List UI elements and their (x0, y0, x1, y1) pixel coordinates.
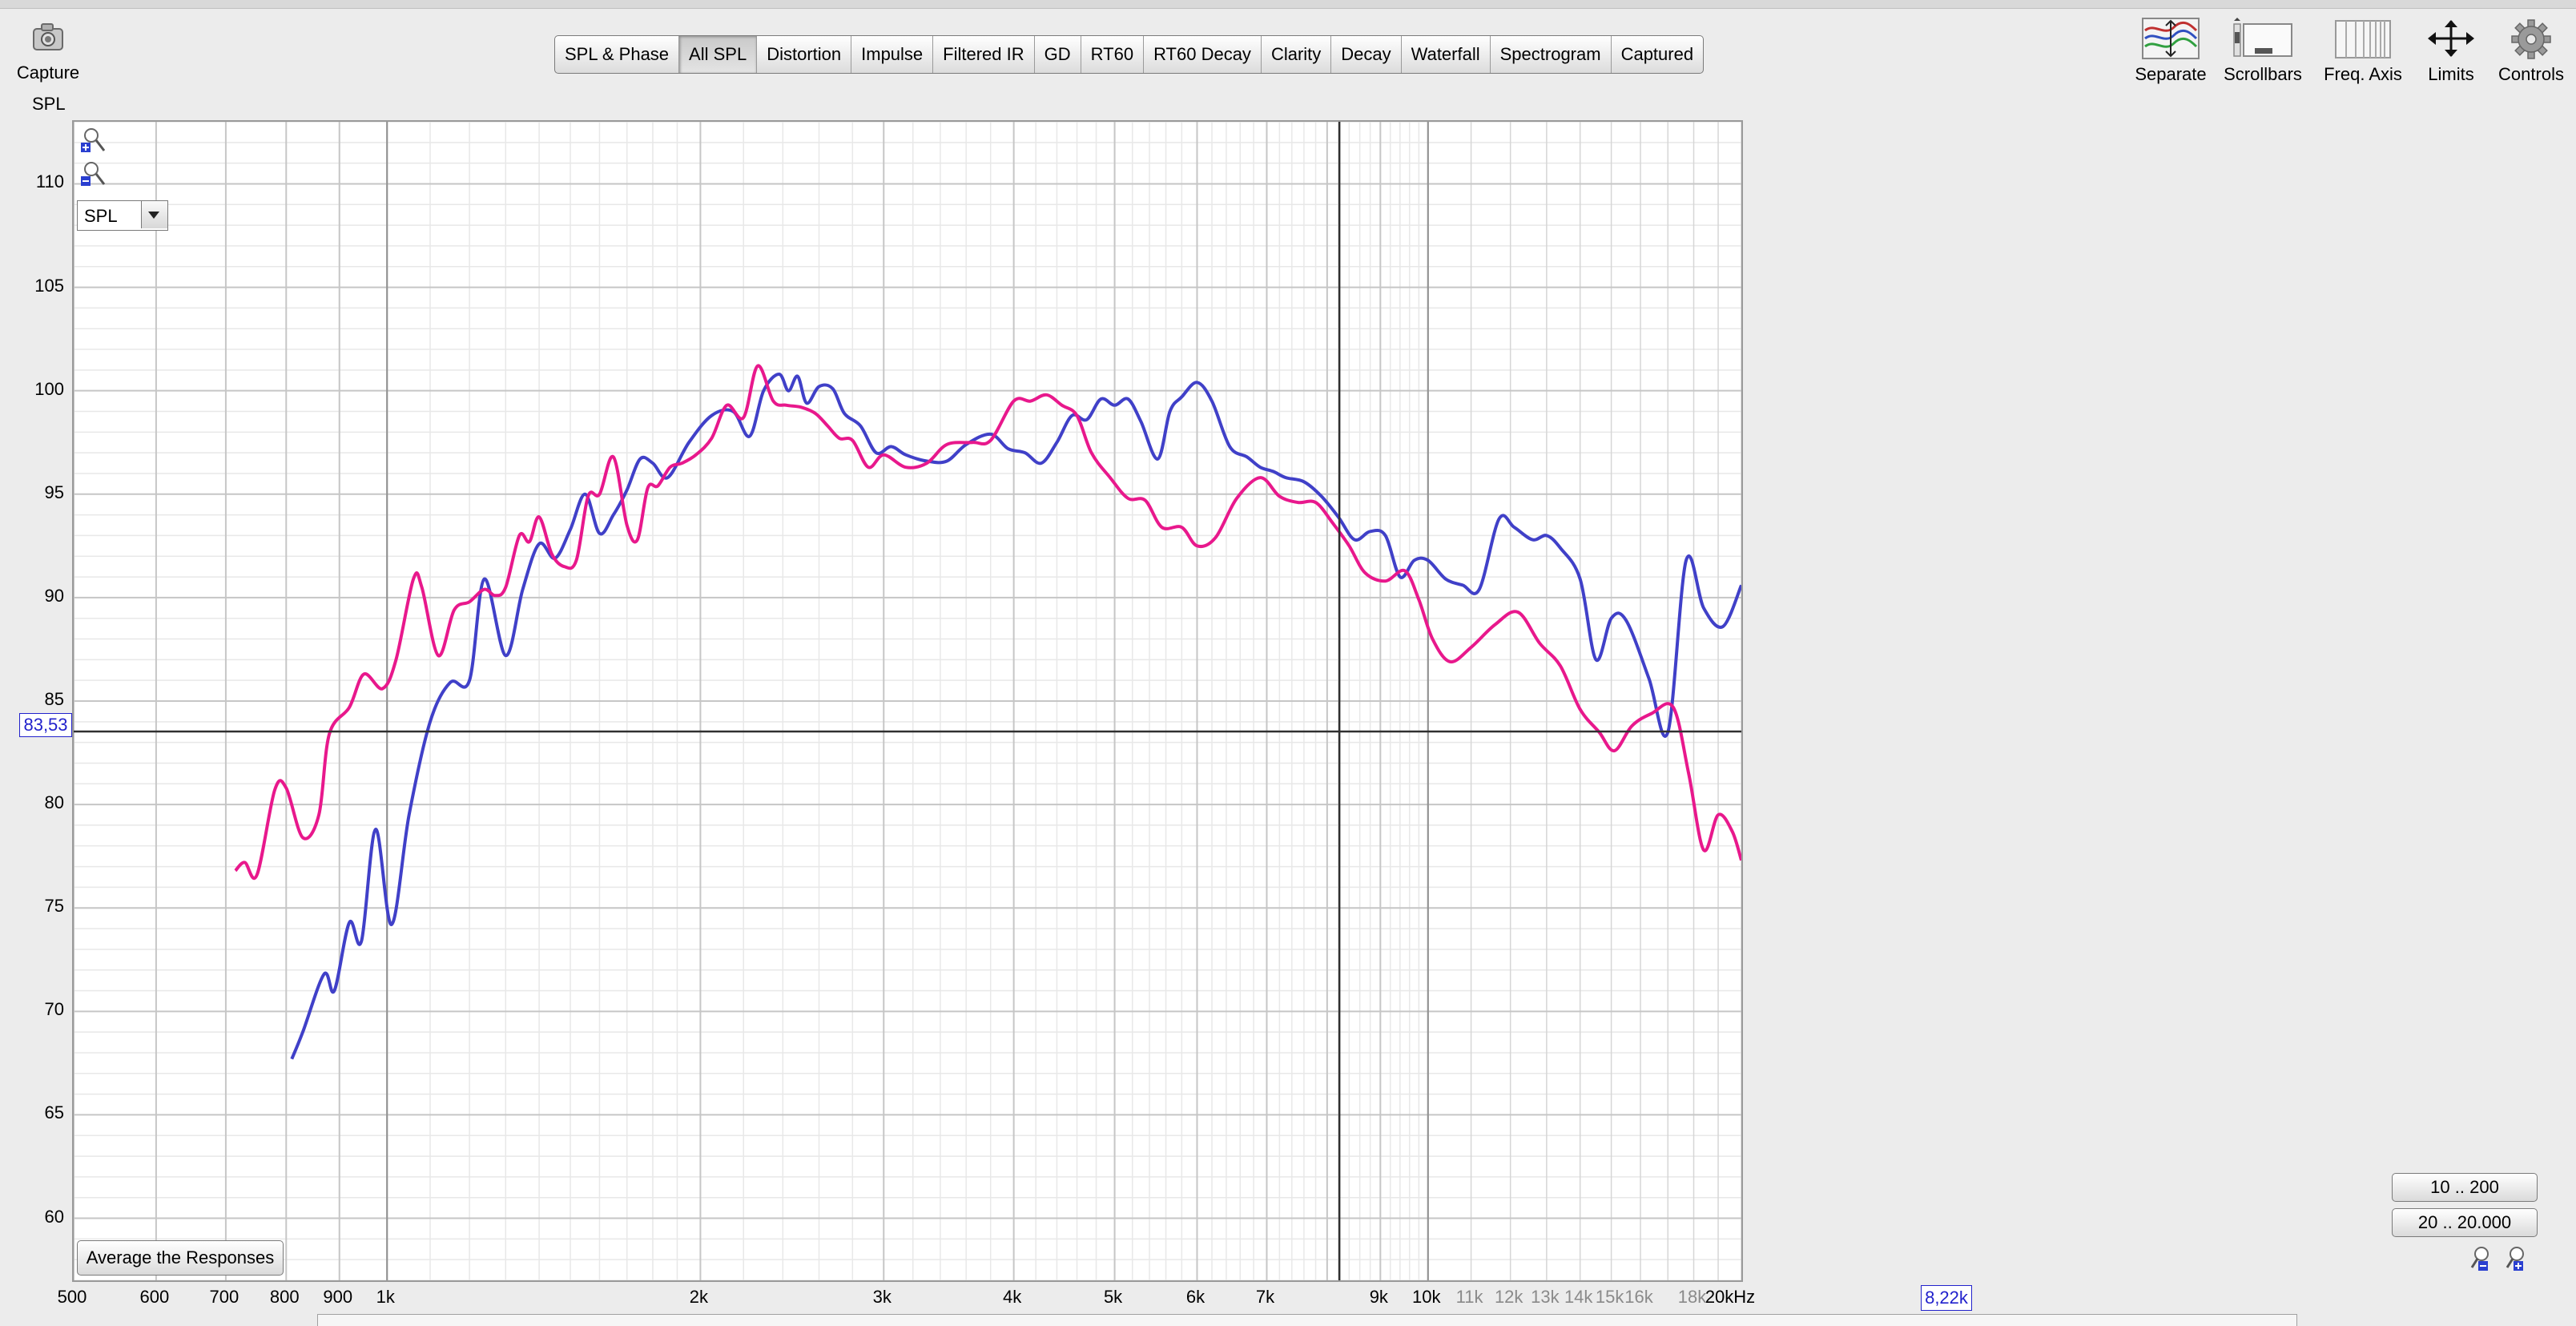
capture-label: Capture (16, 62, 80, 83)
x-tick-label: 18k (1677, 1287, 1707, 1307)
x-tick-label: 900 (323, 1287, 353, 1307)
tab-spectrogram[interactable]: Spectrogram (1491, 36, 1612, 73)
tab-filtered-ir[interactable]: Filtered IR (933, 36, 1035, 73)
gear-icon (2511, 19, 2551, 59)
separate-label: Separate (2135, 64, 2207, 84)
scrollbars-label: Scrollbars (2224, 64, 2302, 84)
y-tick-label: 75 (44, 896, 64, 917)
y-tick-label: 80 (44, 792, 64, 813)
x-tick-label: 7k (1255, 1287, 1275, 1307)
average-responses-button[interactable]: Average the Responses (77, 1240, 284, 1276)
scrollbars-icon (2233, 18, 2292, 57)
spl-graph[interactable] (72, 120, 1743, 1282)
tab-impulse[interactable]: Impulse (851, 36, 934, 73)
capture-button[interactable]: Capture (8, 14, 88, 87)
x-tick-label: 5k (1103, 1287, 1123, 1307)
x-tick-label: 4k (1003, 1287, 1022, 1307)
tab-captured[interactable]: Captured (1612, 36, 1704, 73)
tab-rt60-decay[interactable]: RT60 Decay (1144, 36, 1262, 73)
tab-rt60[interactable]: RT60 (1081, 36, 1145, 73)
dataset-select-value: SPL (84, 206, 118, 226)
dropdown-arrow-icon[interactable] (141, 201, 167, 228)
tab-gd[interactable]: GD (1035, 36, 1081, 73)
tab-decay[interactable]: Decay (1331, 36, 1402, 73)
x-tick-label: 11k (1455, 1287, 1483, 1307)
spl-trace-1 (290, 373, 1741, 1060)
range-20-20000-button[interactable]: 20 .. 20.000 (2392, 1208, 2538, 1237)
x-zoom-in-icon[interactable] (2502, 1245, 2530, 1272)
x-tick-label: 800 (269, 1287, 300, 1307)
camera-icon (33, 23, 63, 50)
x-tick-label: 12k (1494, 1287, 1523, 1307)
x-tick-label: 3k (872, 1287, 892, 1307)
y-axis-title: SPL (32, 94, 66, 114)
limits-label: Limits (2428, 64, 2474, 84)
graph-tabs: SPL & Phase All SPL Distortion Impulse Filte… (554, 35, 1705, 74)
y-tick-label: 60 (44, 1206, 64, 1227)
tab-clarity[interactable]: Clarity (1262, 36, 1332, 73)
y-tick-label: 105 (34, 275, 64, 296)
x-tick-label: 2k (689, 1287, 709, 1307)
range-10-200-button[interactable]: 10 .. 200 (2392, 1173, 2538, 1202)
window-title-strip (0, 0, 2576, 9)
zoom-in-icon[interactable] (80, 127, 107, 154)
dataset-select[interactable]: SPL (77, 200, 168, 231)
x-tick-label: 1k (376, 1287, 395, 1307)
y-tick-label: 65 (44, 1102, 64, 1123)
spl-trace-2 (234, 364, 1741, 880)
tab-waterfall[interactable]: Waterfall (1402, 36, 1491, 73)
separate-button[interactable]: Separate (2131, 14, 2211, 87)
y-tick-label: 70 (44, 999, 64, 1020)
limits-button[interactable]: Limits (2411, 14, 2491, 87)
horizontal-scrollbar[interactable] (317, 1314, 2297, 1326)
y-tick-label: 110 (35, 171, 64, 192)
x-tick-label: 20kHz (1705, 1287, 1756, 1307)
y-tick-label: 85 (44, 689, 64, 709)
x-tick-label: 9k (1369, 1287, 1388, 1307)
separate-traces-icon (2142, 18, 2200, 59)
x-tick-label: 14k (1564, 1287, 1593, 1307)
freq-axis-button[interactable]: Freq. Axis (2315, 14, 2411, 87)
x-tick-label: 600 (139, 1287, 170, 1307)
scrollbars-button[interactable]: Scrollbars (2219, 14, 2307, 87)
y-tick-label: 100 (34, 378, 64, 399)
x-tick-label: 700 (209, 1287, 239, 1307)
tab-all-spl[interactable]: All SPL (679, 36, 758, 73)
tab-spl-phase[interactable]: SPL & Phase (555, 36, 680, 73)
freq-axis-label: Freq. Axis (2324, 64, 2402, 84)
x-tick-label: 16k (1624, 1287, 1653, 1307)
limits-arrows-icon (2428, 20, 2474, 57)
cursor-y-readout: 83,53 (19, 713, 72, 737)
controls-label: Controls (2498, 64, 2564, 84)
x-tick-label: 6k (1185, 1287, 1205, 1307)
x-tick-label: 500 (57, 1287, 87, 1307)
x-tick-label: 10k (1412, 1287, 1441, 1307)
cursor-x-readout: 8,22k (1921, 1285, 1972, 1311)
y-tick-label: 90 (44, 585, 64, 606)
controls-button[interactable]: Controls (2491, 14, 2571, 87)
x-zoom-out-icon[interactable] (2467, 1245, 2494, 1272)
zoom-out-icon[interactable] (80, 160, 107, 187)
x-tick-label: 13k (1531, 1287, 1560, 1307)
spl-graph-svg (74, 122, 1741, 1280)
frequency-axis-icon (2335, 20, 2391, 58)
y-tick-label: 95 (44, 482, 64, 502)
tab-distortion[interactable]: Distortion (757, 36, 852, 73)
x-tick-label: 15k (1595, 1287, 1624, 1307)
